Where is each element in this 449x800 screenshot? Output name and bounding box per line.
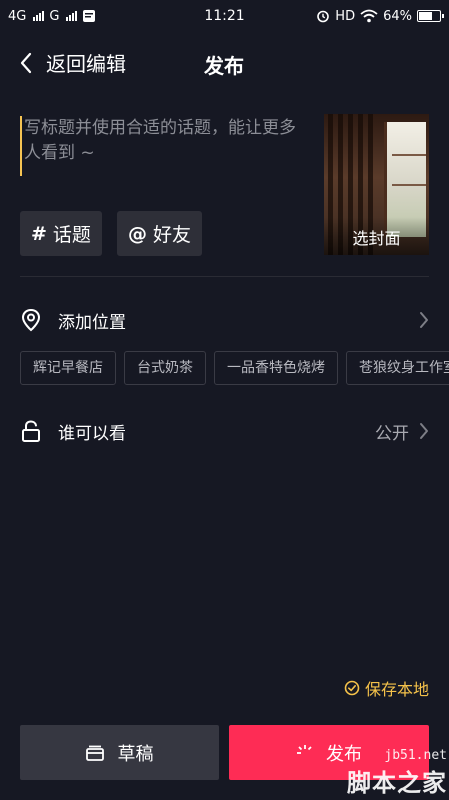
back-button[interactable]: 返回编辑 — [20, 48, 126, 77]
save-local-toggle[interactable]: 保存本地 — [344, 676, 429, 700]
battery-fill — [419, 12, 432, 20]
location-suggestions: 辉记早餐店 台式奶茶 一品香特色烧烤 苍狼纹身工作室 — [20, 351, 449, 385]
cover-image-detail — [392, 154, 426, 156]
battery-icon — [417, 10, 444, 22]
network-type-1: 4G — [8, 8, 27, 24]
location-suggestion[interactable]: 苍狼纹身工作室 — [346, 351, 449, 385]
publish-label: 发布 — [326, 743, 362, 765]
chevron-right-icon — [420, 423, 428, 439]
topic-button[interactable]: # 话题 — [20, 211, 102, 256]
friend-label: 好友 — [153, 224, 192, 246]
check-circle-icon — [344, 680, 360, 696]
status-bar: 4G G 11:21 HD 64% — [0, 0, 449, 32]
hd-indicator: HD — [335, 8, 356, 24]
alarm-icon — [317, 10, 330, 23]
cover-image-detail — [392, 184, 426, 186]
nav-bar: 返回编辑 发布 — [0, 40, 449, 88]
location-suggestion[interactable]: 台式奶茶 — [124, 351, 206, 385]
at-icon: @ — [128, 222, 147, 245]
draft-button[interactable]: 草稿 — [20, 725, 219, 780]
add-location-row[interactable]: 添加位置 — [20, 298, 429, 342]
visibility-right: 公开 — [375, 419, 429, 444]
publish-button[interactable]: 发布 — [229, 725, 429, 780]
mention-friend-button[interactable]: @ 好友 — [117, 211, 203, 256]
cover-label: 选封面 — [352, 229, 401, 248]
save-local-label: 保存本地 — [364, 680, 429, 699]
visibility-value: 公开 — [375, 423, 409, 444]
status-left: 4G G — [8, 9, 96, 24]
topic-label: 话题 — [52, 224, 91, 246]
notification-icon — [83, 10, 96, 22]
add-location-label: 添加位置 — [58, 312, 126, 333]
hashtag-icon: # — [31, 222, 47, 245]
chevron-left-icon — [20, 52, 32, 73]
clock: 11:21 — [204, 8, 245, 24]
unlock-icon — [22, 420, 40, 442]
chevron-right-icon — [420, 312, 428, 328]
caption-input[interactable]: 写标题并使用合适的话题，能让更多人看到 ~ — [20, 116, 310, 176]
back-label: 返回编辑 — [46, 52, 126, 76]
location-suggestion[interactable]: 辉记早餐店 — [20, 351, 116, 385]
signal-icon-2 — [66, 11, 78, 21]
draft-label: 草稿 — [117, 743, 154, 765]
location-pin-icon — [21, 308, 41, 332]
visibility-row[interactable]: 谁可以看 公开 — [20, 409, 429, 453]
divider — [20, 276, 429, 277]
sparkle-icon — [297, 744, 312, 754]
cover-selector[interactable]: 选封面 — [324, 114, 429, 255]
signal-icon — [33, 11, 45, 21]
location-suggestion[interactable]: 一品香特色烧烤 — [214, 351, 338, 385]
add-location-right — [419, 311, 429, 329]
status-right: HD 64% — [316, 8, 444, 24]
wifi-icon — [360, 9, 378, 23]
battery-percent: 64% — [383, 8, 412, 24]
visibility-label: 谁可以看 — [58, 423, 126, 444]
page-title: 发布 — [204, 54, 244, 78]
network-type-2: G — [49, 8, 60, 24]
draft-box-icon — [85, 745, 104, 761]
